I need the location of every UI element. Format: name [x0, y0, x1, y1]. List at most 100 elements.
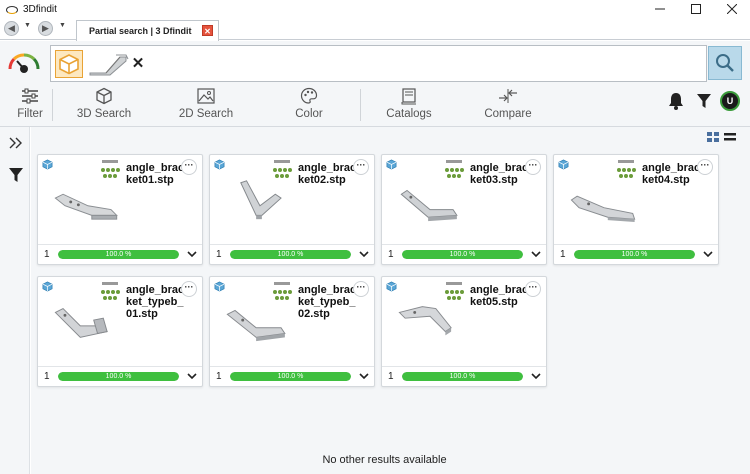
result-card[interactable]: angle_bracket05.stp ··· 1 100.0 % [381, 276, 547, 387]
part-thumbnail[interactable] [392, 299, 470, 345]
result-name[interactable]: angle_bracket03.stp [470, 162, 530, 186]
back-history-caret-icon[interactable]: ▼ [24, 22, 31, 29]
result-quantity: 1 [216, 371, 222, 382]
grid-view-icon[interactable] [707, 132, 719, 142]
match-progress-label: 100.0 % [105, 251, 132, 258]
chevron-down-icon[interactable] [186, 370, 198, 382]
result-card[interactable]: angle_bracket04.stp ··· 1 100.0 % [553, 154, 719, 265]
more-options-icon[interactable]: ··· [181, 159, 197, 175]
window-title: 3Dfindit [23, 3, 57, 15]
color-label: Color [295, 108, 323, 120]
minimize-icon[interactable] [642, 0, 678, 18]
more-options-icon[interactable]: ··· [525, 159, 541, 175]
tab-row: ◀ ▼ ▶ ▼ Partial search | 3 Dfindit ✕ [0, 18, 750, 41]
result-quantity: 1 [44, 249, 50, 260]
back-icon[interactable]: ◀ [4, 21, 19, 36]
result-card[interactable]: angle_bracket03.stp ··· 1 100.0 % [381, 154, 547, 265]
result-quantity: 1 [44, 371, 50, 382]
forward-history-caret-icon[interactable]: ▼ [59, 22, 66, 29]
part-type-cube-icon [386, 159, 397, 170]
chevron-down-icon[interactable] [530, 370, 542, 382]
catalog-book-icon [400, 86, 418, 106]
results-area: angle_bracket01.stp ··· 1 100.0 % angle_brac… [31, 127, 750, 474]
maximize-icon[interactable] [678, 0, 714, 18]
match-progress-bar: 100.0 % [402, 372, 523, 381]
app-logo-icon [6, 4, 18, 14]
bell-icon[interactable] [668, 92, 684, 110]
chevron-down-icon[interactable] [186, 248, 198, 260]
match-progress-bar: 100.0 % [574, 250, 695, 259]
bracket-thumbnail-icon[interactable] [85, 50, 131, 78]
cube-icon[interactable] [55, 50, 83, 78]
more-options-icon[interactable]: ··· [353, 159, 369, 175]
part-type-cube-icon [42, 159, 53, 170]
match-progress-label: 100.0 % [277, 251, 304, 258]
card-footer: 1 100.0 % [554, 244, 718, 264]
color-button[interactable]: Color [288, 85, 330, 127]
filter-button[interactable]: Filter [12, 85, 48, 127]
user-avatar[interactable]: U [720, 91, 740, 111]
tab-close-icon[interactable]: ✕ [202, 25, 213, 36]
result-name[interactable]: angle_bracket02.stp [298, 162, 358, 186]
part-thumbnail[interactable] [48, 177, 126, 223]
result-card[interactable]: angle_bracket_typeb_01.stp ··· 1 100.0 % [37, 276, 203, 387]
more-options-icon[interactable]: ··· [181, 281, 197, 297]
toolbar-divider [360, 89, 361, 121]
more-options-icon[interactable]: ··· [353, 281, 369, 297]
chevron-down-icon[interactable] [358, 248, 370, 260]
card-footer: 1 100.0 % [210, 366, 374, 386]
result-name[interactable]: angle_bracket_typeb_02.stp [298, 284, 358, 320]
part-type-cube-icon [214, 159, 225, 170]
part-thumbnail[interactable] [564, 177, 642, 223]
expand-sidebar-icon[interactable] [6, 133, 26, 153]
result-name[interactable]: angle_bracket05.stp [470, 284, 530, 308]
more-options-icon[interactable]: ··· [697, 159, 713, 175]
result-card[interactable]: angle_bracket02.stp ··· 1 100.0 % [209, 154, 375, 265]
card-footer: 1 100.0 % [382, 244, 546, 264]
chevron-down-icon[interactable] [530, 248, 542, 260]
more-options-icon[interactable]: ··· [525, 281, 541, 297]
catalogs-label: Catalogs [386, 108, 432, 120]
compare-arrows-icon [498, 86, 518, 106]
result-name[interactable]: angle_bracket_typeb_01.stp [126, 284, 186, 320]
forward-icon[interactable]: ▶ [38, 21, 53, 36]
part-type-cube-icon [558, 159, 569, 170]
search-icon [716, 54, 734, 72]
compare-button[interactable]: Compare [482, 85, 534, 127]
catalogs-button[interactable]: Catalogs [384, 85, 434, 127]
gauge-icon[interactable] [6, 51, 42, 75]
search-bar: ✕ [0, 41, 750, 85]
search-3d-button[interactable]: 3D Search [72, 85, 136, 127]
tab-label: Partial search | 3 Dfindit [89, 26, 192, 36]
part-type-cube-icon [386, 281, 397, 292]
result-name[interactable]: angle_bracket01.stp [126, 162, 186, 186]
clear-search-icon[interactable]: ✕ [131, 54, 145, 74]
result-name[interactable]: angle_bracket04.stp [642, 162, 702, 186]
result-card[interactable]: angle_bracket_typeb_02.stp ··· 1 100.0 % [209, 276, 375, 387]
filter-funnel-icon[interactable] [696, 93, 712, 109]
list-view-icon[interactable] [724, 132, 736, 142]
image-icon [197, 86, 215, 106]
match-progress-label: 100.0 % [105, 373, 132, 380]
part-thumbnail[interactable] [392, 177, 470, 223]
close-icon[interactable] [714, 0, 750, 18]
search-input[interactable]: ✕ [50, 45, 707, 82]
sidebar-filter-icon[interactable] [6, 165, 26, 185]
view-toggles [707, 132, 736, 142]
palette-icon [300, 86, 318, 106]
part-thumbnail[interactable] [220, 177, 298, 223]
search-3d-label: 3D Search [76, 108, 132, 120]
match-progress-bar: 100.0 % [58, 372, 179, 381]
part-thumbnail[interactable] [220, 299, 298, 345]
search-button[interactable] [708, 46, 742, 80]
part-thumbnail[interactable] [48, 299, 126, 345]
chevron-down-icon[interactable] [358, 370, 370, 382]
card-footer: 1 100.0 % [382, 366, 546, 386]
result-card[interactable]: angle_bracket01.stp ··· 1 100.0 % [37, 154, 203, 265]
tab-partial-search[interactable]: Partial search | 3 Dfindit ✕ [76, 20, 219, 41]
chevron-down-icon[interactable] [702, 248, 714, 260]
search-2d-button[interactable]: 2D Search [174, 85, 238, 127]
no-more-results-text: No other results available [322, 454, 447, 466]
card-footer: 1 100.0 % [210, 244, 374, 264]
sliders-icon [20, 86, 40, 106]
